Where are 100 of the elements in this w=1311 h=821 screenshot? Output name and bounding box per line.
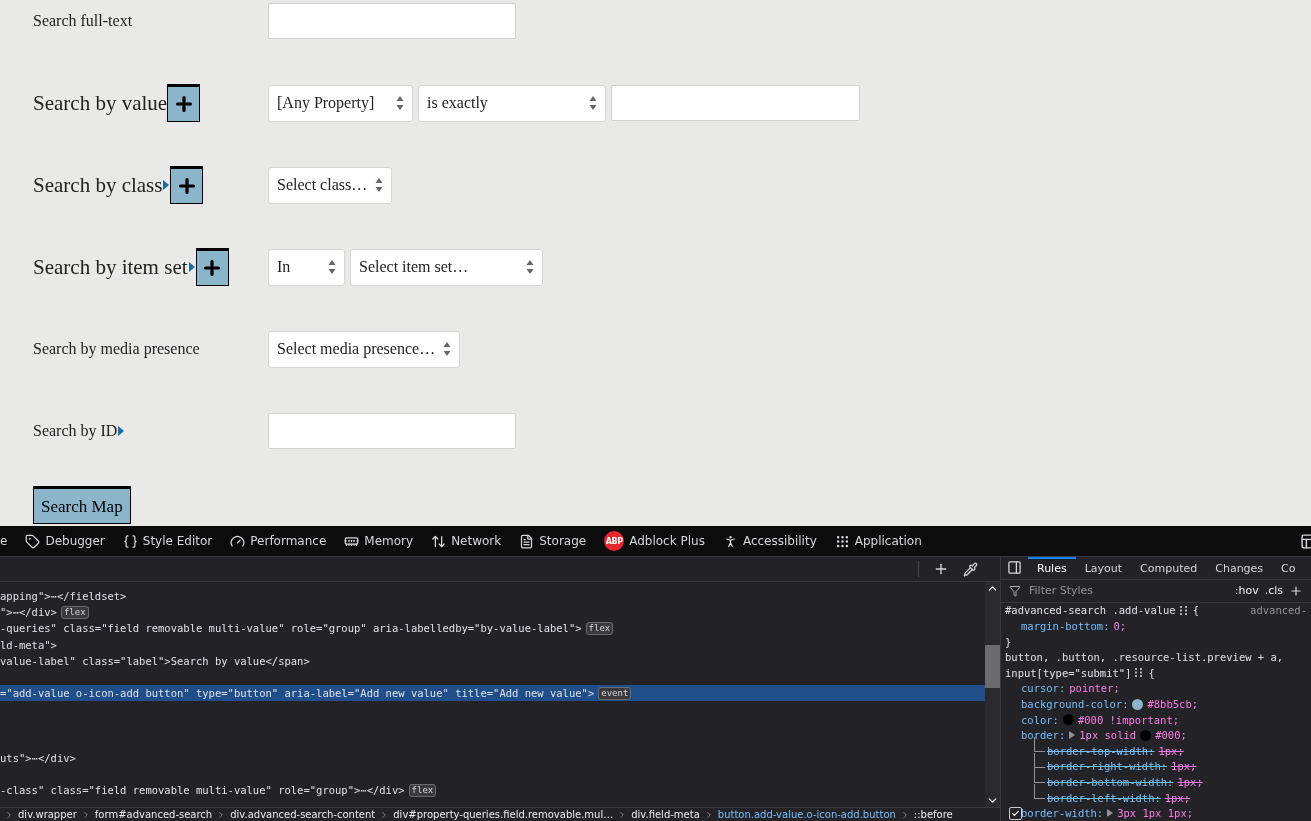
breadcrumb[interactable]: button.add-value.o-icon-add.button [717,809,896,820]
expand-triangle-icon[interactable] [1107,809,1114,818]
brace: } [1005,635,1012,648]
markup-badge[interactable]: flex [408,783,437,797]
sidebar-tab[interactable]: Computed [1131,557,1207,579]
text-field[interactable] [611,85,860,121]
devtools-tab[interactable]: Network [423,531,510,551]
document-icon [519,533,535,549]
sidebar-tab[interactable]: Rules [1028,557,1076,579]
markup-line[interactable]: apping">⋯</fieldset> [0,588,127,605]
stop-sign-icon: ABP [604,531,625,551]
property-name: border: [1021,729,1066,742]
markup-badge[interactable]: flex [585,621,614,635]
expand-triangle-icon[interactable] [1069,731,1076,740]
markup-line[interactable]: ">⋯</div> [0,604,57,621]
devtools-tab[interactable]: Storage [511,531,595,551]
devtools-tab[interactable]: Memory [336,531,422,551]
color-swatch[interactable] [1132,698,1144,710]
field-label: Search by value [33,90,168,116]
filter-field[interactable]: Filter Styles [1027,583,1229,599]
markup-line[interactable]: ="add-value o-icon-add button" type="button" aria-label="Add new value" title="Add new value"> [0,685,595,702]
markup-line[interactable]: -queries" class="field removable multi-value" role="group" aria-labelledby="by-value-label"> [0,620,582,637]
sidebar-toggle-icon[interactable] [1007,560,1022,576]
property-value: 1px; [1158,744,1184,757]
chevron-icon [4,809,14,820]
add-icon[interactable] [1289,583,1303,598]
devtools-tab[interactable]: Style Editor [114,531,221,551]
select-field[interactable]: Select item set… [350,248,543,286]
sidebar-tab[interactable]: Changes [1206,557,1273,579]
breadcrumb[interactable]: div.wrapper [18,809,77,820]
field-label: Search by class [33,172,163,198]
text-field[interactable] [268,3,516,39]
devtools-tab[interactable]: e [0,531,16,551]
property-name: cursor: [1021,682,1066,695]
property-value: #000 !important; [1077,713,1180,726]
markup-line[interactable]: value-label" class="label">Search by value</span> [0,652,310,669]
markup-line[interactable]: uts">⋯</div> [0,749,76,767]
select-field[interactable]: Select class… [268,166,393,204]
braces-icon [122,533,138,549]
property-value: 3px 1px 1px; [1117,807,1194,820]
devtools-tab[interactable]: Debugger [17,531,113,551]
drag-handle-icon [1179,606,1189,615]
devtools-tab[interactable]: Accessibility [714,531,825,551]
color-swatch[interactable] [1062,714,1074,726]
color-swatch[interactable] [1140,729,1152,741]
sidebar-tab[interactable]: Co [1272,557,1305,579]
breadcrumb[interactable]: ::before [913,809,953,820]
breadcrumb[interactable]: form#advanced-search [94,809,213,820]
breadcrumb[interactable]: div#property-queries.field.removable.mul… [393,809,614,820]
filter-toggle[interactable]: :hov [1234,584,1259,598]
select-field[interactable]: [Any Property] [268,84,413,122]
add-button[interactable] [167,84,201,122]
caret-icon[interactable] [118,426,125,436]
filter-toggle[interactable]: .cls [1264,584,1283,598]
css-selector: input[type="submit"] [1005,666,1132,679]
grid-icon [834,533,850,549]
markup-badge[interactable]: event [598,686,632,700]
property-value: 0; [1113,620,1127,633]
property-name: border-top-width: [1047,744,1155,757]
add-icon[interactable] [933,561,949,577]
field-label: Search by ID [33,422,118,440]
breadcrumb[interactable]: div.field-meta [631,809,700,820]
add-button[interactable] [170,166,204,204]
markup-line[interactable]: -class" class="field removable multi-value" role="group">⋯</div> [0,782,405,799]
property-name: border-width: [1021,807,1104,820]
property-name: margin-bottom: [1021,620,1110,633]
css-selector: #advanced-search .add-value [1005,604,1176,617]
select-arrows-icon [328,259,336,275]
add-button[interactable] [195,248,229,286]
filter-icon [1009,584,1021,597]
eyedropper-icon[interactable] [963,561,978,577]
property-value: 1px; [1171,760,1197,773]
search-map-button[interactable]: Search Map [33,486,131,524]
markup-line[interactable]: ld-meta"> [0,636,57,653]
checkbox[interactable] [1009,806,1022,820]
select-arrows-icon [443,341,452,357]
select-field[interactable]: is exactly [418,84,606,122]
select-field[interactable]: In [268,248,345,286]
select-arrows-icon [396,95,404,111]
devtools-tab[interactable]: Application [826,531,930,551]
scrollbar[interactable] [985,582,1000,807]
field-label: Search full-text [33,12,133,30]
scroll-thumb[interactable] [985,645,1000,688]
devtools-tab[interactable]: Performance [222,531,335,551]
text-field[interactable] [268,413,516,449]
select-arrows-icon [526,259,534,275]
property-value: 1px; [1164,791,1191,804]
markup-badge[interactable]: flex [60,605,89,619]
devtools-tab[interactable]: ABP Adblock Plus [596,531,713,551]
property-value: 1px; [1177,776,1203,788]
select-field[interactable]: Select media presence… [268,330,461,368]
property-name: color: [1021,713,1059,726]
property-name: background-color: [1021,698,1129,711]
brace: { [1148,666,1155,679]
sidebar-tab[interactable]: Layout [1075,557,1132,579]
source-link[interactable]: advanced- [1250,604,1311,617]
css-selector: button, .button, .resource-list.preview + a, [1005,651,1284,664]
select-arrows-icon [589,95,597,111]
drag-handle-icon [1135,668,1145,678]
breadcrumb[interactable]: div.advanced-search-content [230,809,376,820]
